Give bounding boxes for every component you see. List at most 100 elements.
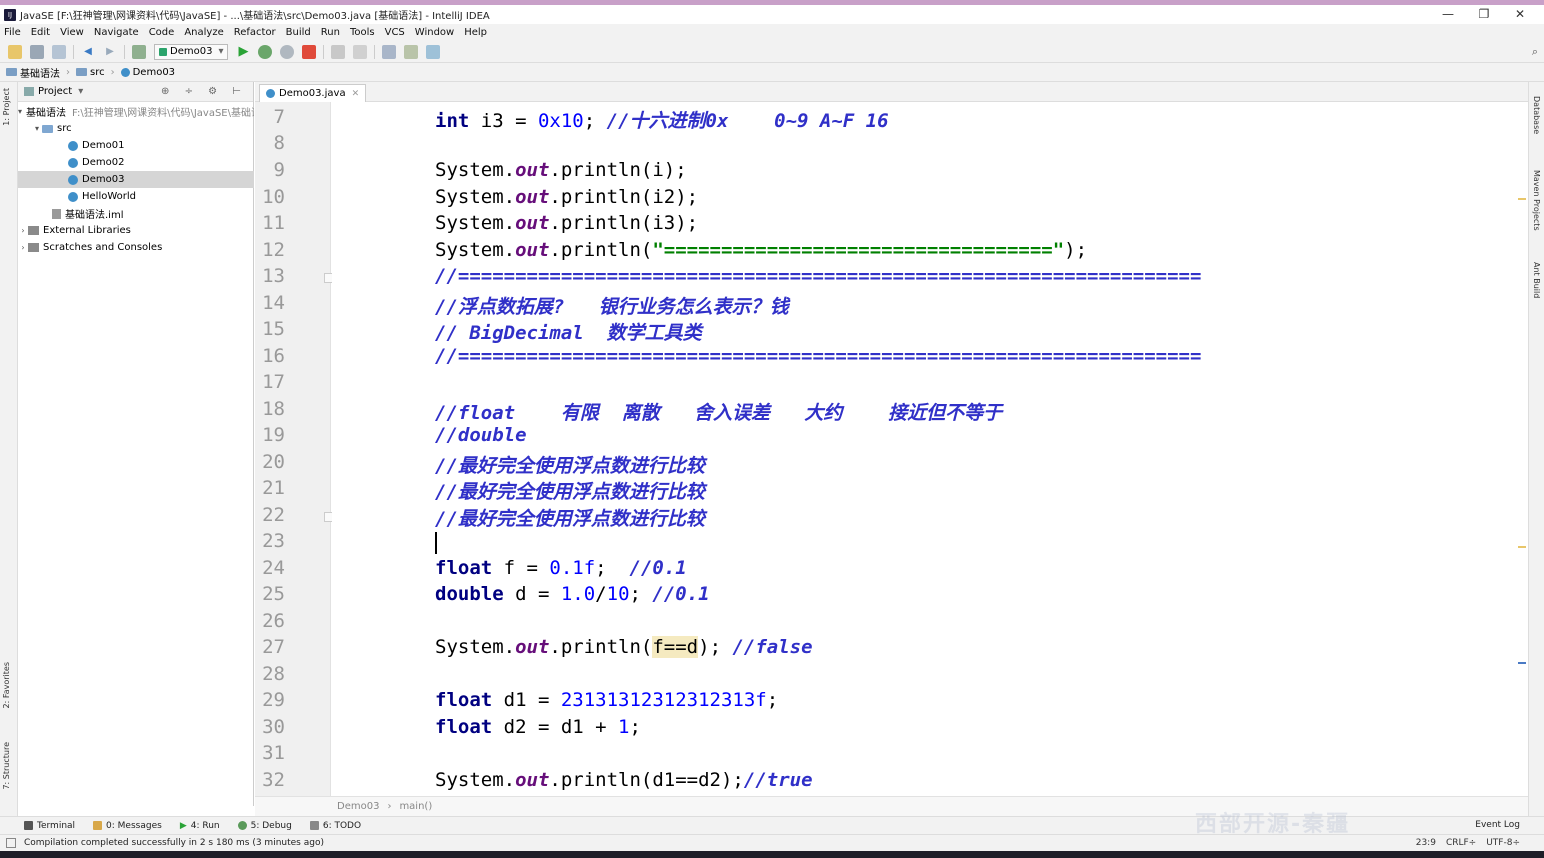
- project-tool-tab[interactable]: 1: Project: [2, 88, 11, 126]
- static-field: out: [515, 159, 550, 181]
- comment: //0.1: [652, 583, 710, 605]
- stop-icon[interactable]: [302, 44, 317, 59]
- sync-icon[interactable]: [52, 44, 66, 59]
- tree-item-scratches[interactable]: › Scratches and Consoles: [18, 239, 254, 256]
- vcs-update-icon[interactable]: [331, 44, 346, 59]
- toolbar-separator: [124, 44, 125, 59]
- minimize-button[interactable]: —: [1430, 5, 1466, 24]
- collapsed-arrow-icon[interactable]: ›: [18, 226, 28, 235]
- menu-refactor[interactable]: Refactor: [234, 27, 276, 38]
- menu-tools[interactable]: Tools: [350, 27, 375, 38]
- menu-file[interactable]: File: [4, 27, 21, 38]
- menu-help[interactable]: Help: [464, 27, 487, 38]
- forward-arrow-icon[interactable]: ▶: [103, 45, 117, 59]
- tree-label: 基础语法: [26, 108, 67, 119]
- menu-edit[interactable]: Edit: [31, 27, 50, 38]
- menu-navigate[interactable]: Navigate: [94, 27, 139, 38]
- collapsed-arrow-icon[interactable]: ›: [18, 243, 28, 252]
- run-config-dropdown[interactable]: Demo03 ▾: [154, 43, 229, 60]
- favorites-tool-tab[interactable]: 2: Favorites: [2, 662, 11, 708]
- debug-tool-button[interactable]: 5: Debug: [237, 821, 292, 831]
- breadcrumb-separator: ›: [66, 66, 70, 78]
- toolbar-separator: [374, 44, 376, 59]
- breadcrumb-module[interactable]: 基础语法: [6, 65, 60, 80]
- messages-tool-button[interactable]: 0: Messages: [93, 821, 162, 831]
- back-arrow-icon[interactable]: ◀: [81, 45, 95, 59]
- scroll-marker-caret[interactable]: [1518, 546, 1526, 548]
- toolbar-separator: [73, 44, 74, 59]
- expanded-arrow-icon[interactable]: ▾: [32, 124, 42, 133]
- search-everywhere-icon[interactable]: ⌕: [1532, 45, 1538, 59]
- tab-demo03-java[interactable]: Demo03.java ✕: [259, 84, 367, 102]
- close-tab-icon[interactable]: ✕: [352, 89, 360, 99]
- tree-item-module[interactable]: ▾ 基础语法 F:\狂神管理\网课资料\代码\JavaSE\基础语法: [18, 103, 254, 120]
- chevron-down-icon[interactable]: ▾: [78, 86, 83, 97]
- editor-crumb-method[interactable]: main(): [399, 801, 432, 812]
- file-encoding[interactable]: UTF-8÷: [1486, 838, 1520, 848]
- number-literal: 1.0: [560, 583, 596, 605]
- build-project-icon[interactable]: [132, 44, 146, 59]
- line-number: 22: [262, 504, 285, 526]
- terminal-tool-button[interactable]: Terminal: [24, 821, 75, 831]
- sdk-icon[interactable]: [426, 44, 441, 59]
- code-text: ;: [766, 689, 779, 711]
- event-log-button[interactable]: Event Log: [1475, 820, 1520, 830]
- scroll-marker-warning[interactable]: [1518, 198, 1526, 200]
- maven-tool-tab[interactable]: Maven Projects: [1532, 170, 1541, 231]
- restore-button[interactable]: ❐: [1466, 5, 1502, 24]
- line-number: 9: [273, 159, 285, 181]
- line-separator[interactable]: CRLF÷: [1446, 838, 1476, 848]
- scroll-marker-usage[interactable]: [1518, 662, 1526, 664]
- tree-item-external-libraries[interactable]: › External Libraries: [18, 222, 254, 239]
- save-all-icon[interactable]: [30, 44, 44, 59]
- menu-vcs[interactable]: VCS: [385, 27, 405, 38]
- menu-view[interactable]: View: [60, 27, 84, 38]
- line-number: 25: [262, 583, 285, 605]
- caret-position[interactable]: 23:9: [1416, 838, 1436, 848]
- expanded-arrow-icon[interactable]: ▾: [18, 107, 22, 116]
- main-toolbar: ◀ ▶ Demo03 ▾ ▶ ⌕: [0, 41, 1544, 63]
- tree-item-helloworld[interactable]: HelloWorld: [18, 188, 254, 205]
- menu-analyze[interactable]: Analyze: [184, 27, 223, 38]
- project-panel-tools[interactable]: ⊕ ÷ ⚙ ⊢: [161, 86, 247, 97]
- database-tool-tab[interactable]: Database: [1532, 96, 1541, 134]
- menu-code[interactable]: Code: [149, 27, 175, 38]
- coverage-icon[interactable]: [280, 44, 295, 59]
- run-icon[interactable]: ▶: [236, 44, 250, 59]
- close-button[interactable]: ✕: [1502, 5, 1538, 24]
- tree-item-demo03[interactable]: Demo03: [18, 171, 254, 188]
- code-area[interactable]: int i3 = 0x10; //十六进制0x 0~9 A~F 16 Syste…: [332, 102, 1528, 796]
- run-tool-button[interactable]: ▶ 4: Run: [180, 821, 220, 831]
- watermark: 西部开源-秦疆: [1195, 812, 1351, 837]
- breadcrumb-label: src: [90, 66, 105, 78]
- line-number: 23: [262, 530, 285, 552]
- editor-crumb-class[interactable]: Demo03: [337, 801, 379, 812]
- tree-item-demo01[interactable]: Demo01: [18, 137, 254, 154]
- tree-item-demo02[interactable]: Demo02: [18, 154, 254, 171]
- menu-build[interactable]: Build: [286, 27, 311, 38]
- project-view-selector[interactable]: Project: [38, 86, 72, 97]
- settings-icon[interactable]: [382, 44, 397, 59]
- tree-item-src[interactable]: ▾ src: [18, 120, 254, 137]
- tree-label: Scratches and Consoles: [43, 242, 163, 253]
- structure-tool-tab[interactable]: 7: Structure: [2, 742, 11, 790]
- comment: //十六进制0x 0~9 A~F 16: [606, 110, 889, 132]
- project-structure-icon[interactable]: [404, 44, 419, 59]
- code-text: d =: [503, 583, 561, 605]
- folder-icon: [76, 68, 87, 76]
- intellij-icon: IJ: [4, 8, 16, 21]
- code-line-29: float d1 = 23131312312312313f;: [435, 689, 778, 711]
- todo-tool-button[interactable]: 6: TODO: [309, 820, 362, 831]
- breadcrumb-class[interactable]: Demo03: [120, 67, 175, 78]
- menu-run[interactable]: Run: [321, 27, 340, 38]
- menu-window[interactable]: Window: [415, 27, 454, 38]
- tree-item-iml[interactable]: 基础语法.iml: [18, 205, 254, 222]
- static-field: out: [515, 212, 550, 234]
- tool-label: 6: TODO: [322, 820, 362, 831]
- breadcrumb-src[interactable]: src: [76, 67, 105, 78]
- status-toggle-icon[interactable]: [6, 838, 16, 848]
- ant-build-tool-tab[interactable]: Ant Build: [1532, 262, 1541, 298]
- debug-icon[interactable]: [258, 44, 273, 59]
- vcs-commit-icon[interactable]: [353, 44, 368, 59]
- open-folder-icon[interactable]: [8, 44, 22, 59]
